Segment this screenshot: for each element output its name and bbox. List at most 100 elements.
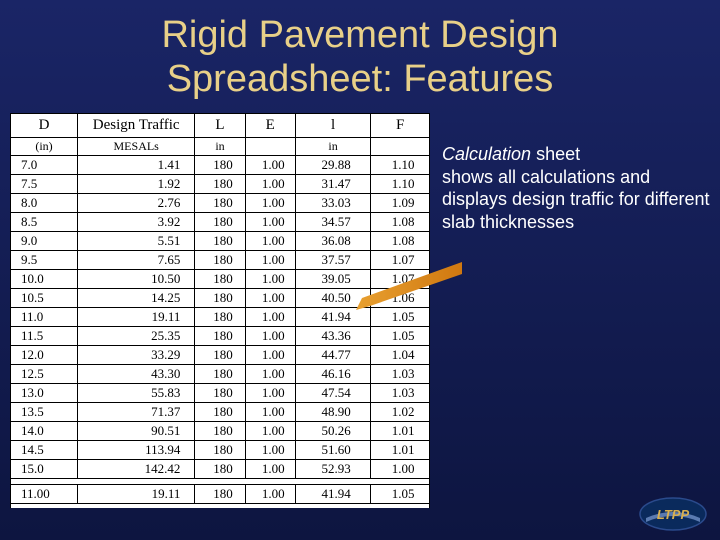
cell: 1.05 xyxy=(371,485,430,504)
cell: 51.60 xyxy=(295,441,370,460)
cell: 180 xyxy=(195,346,245,365)
cell: 1.10 xyxy=(371,156,430,175)
calc-table: D Design Traffic L E l F (in) MESALs in … xyxy=(10,113,430,508)
cell: 43.36 xyxy=(295,327,370,346)
cell: 19.11 xyxy=(78,485,195,504)
table-row: 11.525.351801.0043.361.05 xyxy=(11,327,430,346)
table-row: 8.02.761801.0033.031.09 xyxy=(11,194,430,213)
cell: 10.50 xyxy=(78,270,195,289)
cell: 1.00 xyxy=(245,308,295,327)
cell: 1.00 xyxy=(245,270,295,289)
cell: 1.06 xyxy=(371,289,430,308)
separator-row xyxy=(11,504,430,509)
cell: 180 xyxy=(195,251,245,270)
cell: 31.47 xyxy=(295,175,370,194)
col-l: l xyxy=(295,114,370,138)
cell: 1.00 xyxy=(245,485,295,504)
table-row: 9.05.511801.0036.081.08 xyxy=(11,232,430,251)
callout-lead-sheet: sheet xyxy=(531,144,580,164)
table-row: 10.514.251801.0040.501.06 xyxy=(11,289,430,308)
callout-text: Calculation sheet shows all calculations… xyxy=(442,113,712,508)
cell: 41.94 xyxy=(295,308,370,327)
cell: 13.5 xyxy=(11,403,78,422)
cell: 7.65 xyxy=(78,251,195,270)
cell: 180 xyxy=(195,175,245,194)
cell: 9.0 xyxy=(11,232,78,251)
cell: 1.05 xyxy=(371,327,430,346)
cell: 10.0 xyxy=(11,270,78,289)
cell: 1.00 xyxy=(371,460,430,479)
cell: 25.35 xyxy=(78,327,195,346)
cell: 8.5 xyxy=(11,213,78,232)
header-row: D Design Traffic L E l F xyxy=(11,114,430,138)
spreadsheet-table: D Design Traffic L E l F (in) MESALs in … xyxy=(10,113,430,508)
table-row: 14.090.511801.0050.261.01 xyxy=(11,422,430,441)
cell: 1.00 xyxy=(245,232,295,251)
cell: 1.00 xyxy=(245,175,295,194)
cell: 180 xyxy=(195,441,245,460)
table-row: 9.57.651801.0037.571.07 xyxy=(11,251,430,270)
cell: 1.92 xyxy=(78,175,195,194)
cell: 180 xyxy=(195,156,245,175)
cell: 1.00 xyxy=(245,213,295,232)
ltpp-logo: LTPP xyxy=(638,496,708,532)
cell: 1.00 xyxy=(245,403,295,422)
cell: 1.00 xyxy=(245,460,295,479)
cell: 39.05 xyxy=(295,270,370,289)
cell: 1.09 xyxy=(371,194,430,213)
cell: 180 xyxy=(195,460,245,479)
cell: 1.10 xyxy=(371,175,430,194)
callout-body: shows all calculations and displays desi… xyxy=(442,167,709,232)
logo-text: LTPP xyxy=(657,507,690,522)
cell: 180 xyxy=(195,327,245,346)
cell: 11.5 xyxy=(11,327,78,346)
subheader-row: (in) MESALs in in xyxy=(11,138,430,156)
col-F: F xyxy=(371,114,430,138)
cell: 1.00 xyxy=(245,289,295,308)
cell: 37.57 xyxy=(295,251,370,270)
cell: 13.0 xyxy=(11,384,78,403)
cell: 36.08 xyxy=(295,232,370,251)
title-line-1: Rigid Pavement Design xyxy=(161,14,558,56)
cell: 15.0 xyxy=(11,460,78,479)
cell: 10.5 xyxy=(11,289,78,308)
sub-L: in xyxy=(195,138,245,156)
cell: 7.5 xyxy=(11,175,78,194)
table-row: 10.010.501801.0039.051.07 xyxy=(11,270,430,289)
cell: 1.00 xyxy=(245,422,295,441)
cell: 12.5 xyxy=(11,365,78,384)
cell: 180 xyxy=(195,422,245,441)
cell: 33.03 xyxy=(295,194,370,213)
cell: 19.11 xyxy=(78,308,195,327)
cell: 12.0 xyxy=(11,346,78,365)
cell: 1.00 xyxy=(245,327,295,346)
cell: 1.00 xyxy=(245,384,295,403)
cell: 1.07 xyxy=(371,251,430,270)
cell: 11.0 xyxy=(11,308,78,327)
col-E: E xyxy=(245,114,295,138)
cell: 14.25 xyxy=(78,289,195,308)
cell: 52.93 xyxy=(295,460,370,479)
col-L: L xyxy=(195,114,245,138)
cell: 5.51 xyxy=(78,232,195,251)
cell: 71.37 xyxy=(78,403,195,422)
cell: 1.00 xyxy=(245,156,295,175)
sub-d: (in) xyxy=(11,138,78,156)
cell: 90.51 xyxy=(78,422,195,441)
table-row: 12.543.301801.0046.161.03 xyxy=(11,365,430,384)
cell: 180 xyxy=(195,308,245,327)
table-row: 12.033.291801.0044.771.04 xyxy=(11,346,430,365)
sub-dt: MESALs xyxy=(78,138,195,156)
cell: 2.76 xyxy=(78,194,195,213)
cell: 1.03 xyxy=(371,365,430,384)
page-title: Rigid Pavement Design Spreadsheet: Featu… xyxy=(0,0,720,105)
cell: 1.02 xyxy=(371,403,430,422)
cell: 180 xyxy=(195,289,245,308)
cell: 180 xyxy=(195,384,245,403)
cell: 142.42 xyxy=(78,460,195,479)
cell: 180 xyxy=(195,485,245,504)
cell: 1.08 xyxy=(371,213,430,232)
cell: 41.94 xyxy=(295,485,370,504)
cell: 180 xyxy=(195,232,245,251)
table-row: 14.5113.941801.0051.601.01 xyxy=(11,441,430,460)
